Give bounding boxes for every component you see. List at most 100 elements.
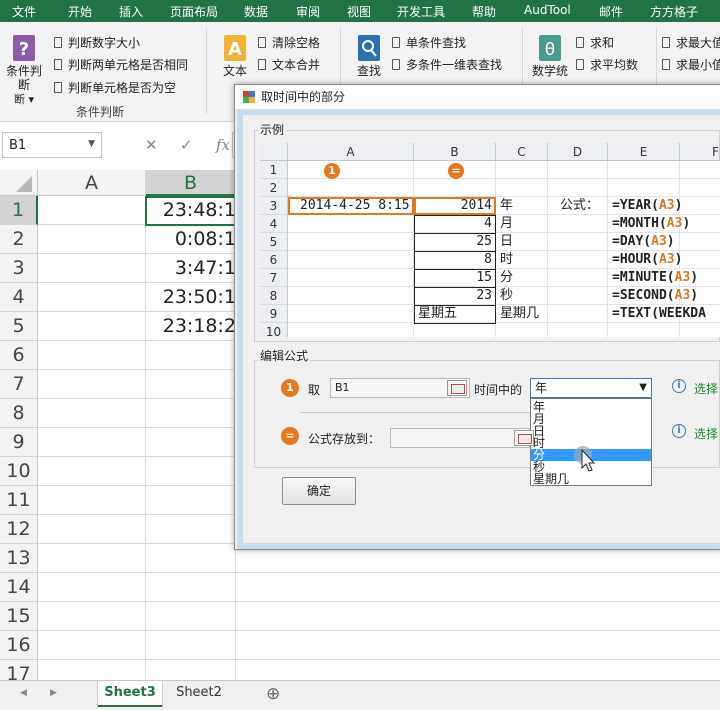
sum-item[interactable]: 求和 [576,34,614,51]
max-item[interactable]: 求最大值 [662,34,720,51]
tab-help[interactable]: 帮助 [472,3,496,20]
judge-cell-empty[interactable]: 判断单元格是否为空 [54,79,176,96]
math-stats-button[interactable]: θ 数学统 [530,34,570,78]
ok-button[interactable]: 确定 [282,477,356,505]
column-header-a[interactable]: A [38,170,146,196]
mini-row-header: 3 [260,197,288,215]
store-to-input[interactable] [390,428,530,448]
corner-triangle-icon [16,176,32,192]
row-header[interactable]: 2 [0,225,38,254]
option-month[interactable]: 月 [531,413,651,425]
select-hint-1: 选择 [694,382,719,396]
enter-icon[interactable]: ✓ [180,136,193,154]
row-header[interactable]: 6 [0,341,38,370]
name-box[interactable]: B1 ▼ [2,132,102,158]
row-header[interactable]: 13 [0,544,38,573]
tab-view[interactable]: 视图 [347,3,371,20]
find-button[interactable]: 查找 [352,34,386,78]
range-picker-icon[interactable] [447,380,467,396]
row-header[interactable]: 8 [0,399,38,428]
tab-audtool[interactable]: AudTool [524,3,571,17]
option-weekday[interactable]: 星期几 [531,473,651,485]
example-group-label: 示例 [258,121,287,138]
mouse-cursor-icon [574,446,596,472]
tab-developer[interactable]: 开发工具 [397,3,445,20]
tab-insert[interactable]: 插入 [119,3,143,20]
tab-file[interactable]: 文件 [12,3,36,20]
min-item[interactable]: 求最小值 [662,56,720,73]
average-item[interactable]: 求平均数 [576,56,638,73]
row-header[interactable]: 15 [0,602,38,631]
mini-col-b: B [414,143,496,161]
mini-c-value: 日 [500,234,514,249]
mini-b-value: 15 [476,270,492,285]
text-merge[interactable]: 文本合并 [258,56,320,73]
multi-condition-lookup[interactable]: 多条件一维表查找 [392,56,502,73]
mini-b-value: 4 [484,216,492,231]
cancel-icon[interactable]: ✕ [145,136,158,154]
next-sheet-icon[interactable]: ▶ [50,688,57,698]
clear-spaces[interactable]: 清除空格 [258,34,320,51]
time-part-select[interactable]: 年 ▼ [530,378,652,398]
option-day[interactable]: 日 [531,425,651,437]
add-sheet-icon[interactable]: ⊕ [266,684,280,704]
sheet-tab-bar: ◀ ▶ Sheet3 Sheet2 ⊕ [0,680,720,710]
select-hint-2: 选择 [694,427,719,441]
range-picker-icon[interactable] [514,430,534,446]
cell-b4[interactable]: 23:50:1 [146,283,236,312]
row-header[interactable]: 4 [0,283,38,312]
selected-cell-b1[interactable] [145,196,237,226]
chevron-down-icon[interactable]: ▼ [639,379,647,397]
option-year[interactable]: 年 [531,401,651,413]
store-to-label: 公式存放到： [308,432,381,446]
bookmark-icon [662,37,670,48]
mini-row-header: 2 [260,179,288,197]
bookmark-icon [54,82,62,93]
mini-hline [288,178,720,179]
app-icon [243,91,255,103]
row-header[interactable]: 1 [0,196,38,225]
svg-text:θ: θ [545,40,555,60]
ribbon-separator [206,28,207,114]
mini-c-value: 时 [500,252,514,267]
row-header[interactable]: 11 [0,486,38,515]
single-condition-lookup[interactable]: 单条件查找 [392,34,466,51]
mini-row-header: 6 [260,251,288,269]
tab-ffgz[interactable]: 方方格子 [650,3,698,20]
mini-b-value: 8 [484,252,492,267]
bookmark-icon [392,59,400,70]
row-header[interactable]: 14 [0,573,38,602]
row-header[interactable]: 12 [0,515,38,544]
cond-judge-button[interactable]: ? 条件判断 断 ▾ [4,34,44,107]
tab-review[interactable]: 审阅 [296,3,320,20]
row-header[interactable]: 10 [0,457,38,486]
sheet-tab-sheet2[interactable]: Sheet2 [166,681,232,707]
text-button[interactable]: A 文本 [218,34,252,78]
badge-equals-icon: = [448,163,464,179]
row-header[interactable]: 17 [0,660,38,680]
dialog-title-bar[interactable]: 取时间中的部分 [235,85,720,109]
fx-icon[interactable]: fx [216,136,230,154]
cell-b3[interactable]: 3:47:1 [146,254,236,283]
row-header[interactable]: 7 [0,370,38,399]
select-all-corner[interactable] [0,170,38,196]
row-header[interactable]: 9 [0,428,38,457]
tab-mail[interactable]: 邮件 [599,3,623,20]
tab-data[interactable]: 数据 [244,3,268,20]
tab-page-layout[interactable]: 页面布局 [170,3,218,20]
cell-b2[interactable]: 0:08:1 [146,225,236,254]
dialog-title: 取时间中的部分 [261,90,346,104]
column-header-b[interactable]: B [146,170,236,196]
prev-sheet-icon[interactable]: ◀ [20,688,27,698]
judge-two-cells-same[interactable]: 判断两单元格是否相同 [54,56,188,73]
row-header[interactable]: 16 [0,631,38,660]
grid-hline [38,572,720,573]
row-header[interactable]: 5 [0,312,38,341]
bookmark-icon [258,59,266,70]
chevron-down-icon[interactable]: ▼ [88,139,95,149]
tab-home[interactable]: 开始 [68,3,92,20]
judge-number-size[interactable]: 判断数字大小 [54,34,140,51]
cell-b5[interactable]: 23:18:2 [146,312,236,341]
row-header[interactable]: 3 [0,254,38,283]
sheet-tab-sheet3[interactable]: Sheet3 [98,681,162,707]
